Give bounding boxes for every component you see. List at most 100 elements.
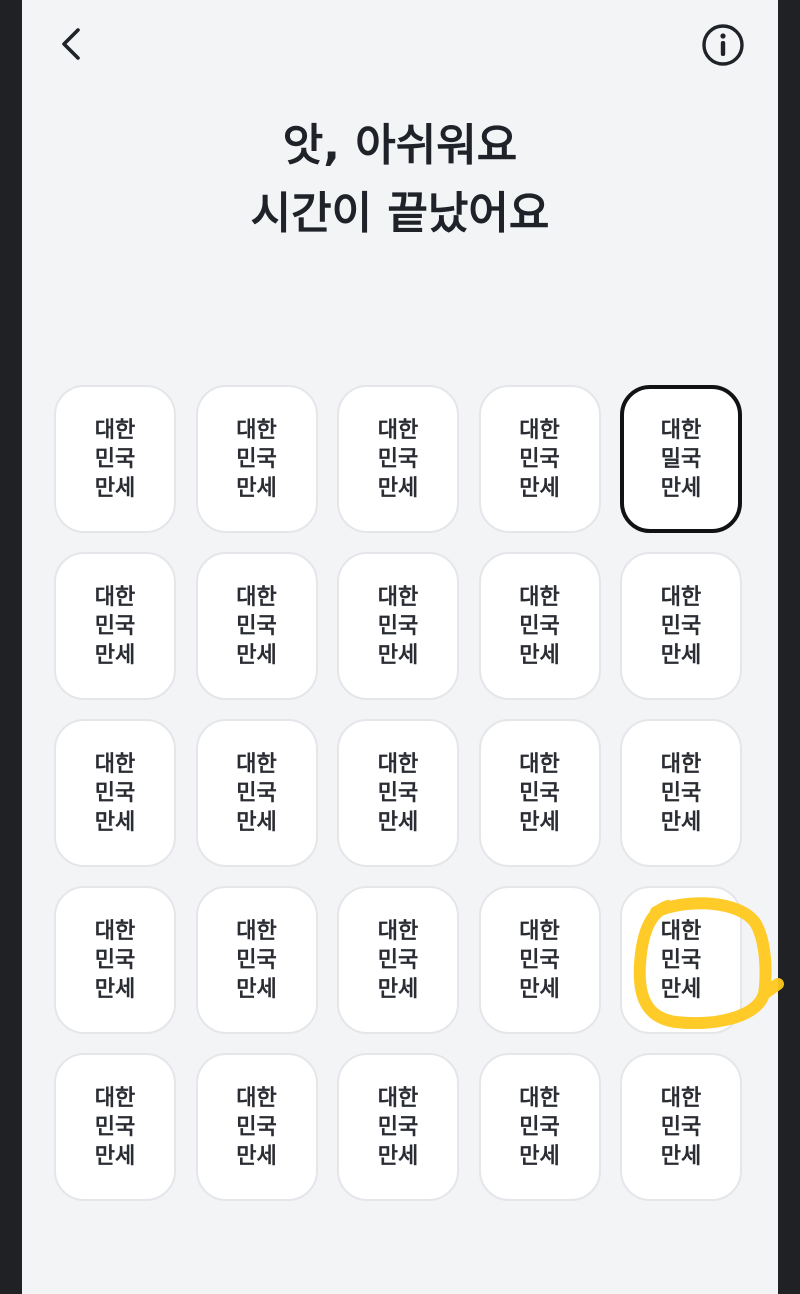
tile-text-line: 대한	[377, 584, 419, 610]
tile-text-line: 만세	[94, 976, 136, 1002]
word-tile[interactable]: 대한민국만세	[54, 886, 176, 1034]
tile-text-line: 만세	[236, 475, 277, 501]
tile-text-line: 만세	[236, 1143, 277, 1169]
tile-text-line: 만세	[377, 475, 419, 501]
tile-text-line: 민국	[377, 446, 419, 472]
info-circle-icon	[702, 24, 744, 66]
tile-text-line: 민국	[660, 1114, 702, 1140]
word-tile[interactable]: 대한민국만세	[195, 886, 318, 1034]
word-tile[interactable]: 대한 밀국 만세	[620, 385, 742, 533]
word-tile[interactable]: 대한민국만세	[195, 719, 318, 867]
word-tile[interactable]: 대한민국만세	[195, 385, 318, 533]
tile-text-line: 민국	[377, 1114, 419, 1140]
tile-text-line: 대한	[236, 417, 277, 443]
tile-text-line: 대한	[94, 417, 136, 443]
tile-text-line: 대한	[519, 918, 560, 944]
tile-text-line: 민국	[519, 446, 560, 472]
tile-text-line: 대한	[377, 417, 419, 443]
tile-text-line: 민국	[660, 613, 702, 639]
tile-text-line: 만세	[660, 1143, 702, 1169]
chevron-left-icon	[62, 28, 80, 60]
tile-text-line: 민국	[236, 446, 277, 472]
tile-text-line: 만세	[377, 809, 419, 835]
tile-text-line: 대한	[519, 584, 560, 610]
word-tile[interactable]: 대한민국만세	[337, 886, 459, 1034]
tile-text-line: 대한	[660, 751, 702, 777]
tile-text-line: 민국	[94, 780, 136, 806]
tile-text-line: 민국	[377, 613, 419, 639]
tile-text-line: 대한	[377, 1085, 419, 1111]
title-line-2: 시간이 끝났어요	[250, 188, 550, 239]
tile-text-line: 대한	[236, 584, 277, 610]
tile-text-line: 대한	[377, 751, 419, 777]
tile-text-line: 민국	[236, 947, 277, 973]
tile-text-line: 대한	[236, 751, 277, 777]
word-tile[interactable]: 대한 민국 만세	[54, 719, 176, 867]
word-tile[interactable]: 대한 민국 만세	[195, 1053, 318, 1201]
word-tile[interactable]: 대한민국만세	[620, 886, 742, 1034]
tile-text-line: 민국	[94, 446, 136, 472]
tile-text-line: 민국	[519, 1114, 560, 1140]
word-tile[interactable]: 대한민국만세	[54, 385, 176, 533]
back-button[interactable]	[52, 22, 92, 66]
tile-text-line: 대한	[660, 417, 702, 443]
tile-text-line: 민국	[236, 613, 277, 639]
tile-text-line: 만세	[519, 809, 560, 835]
tile-text-line: 만세	[236, 642, 277, 668]
word-tile[interactable]: 대한민국만세	[478, 385, 601, 533]
word-tile[interactable]: 대한 민국 만세	[54, 1053, 176, 1201]
word-tile[interactable]: 대한 민국 만세	[54, 552, 176, 700]
tile-text-line: 만세	[519, 1143, 560, 1169]
tile-text-line: 만세	[519, 475, 560, 501]
tile-text-line: 민국	[94, 947, 136, 973]
tile-text-line: 대한	[660, 584, 702, 610]
tile-text-line: 만세	[377, 1143, 419, 1169]
info-button[interactable]	[700, 22, 746, 68]
word-tile[interactable]: 대한 민국 만세	[478, 1053, 601, 1201]
tile-text-line: 민국	[236, 1114, 277, 1140]
tile-text-line: 만세	[519, 976, 560, 1002]
result-title: 앗, 아쉬워요 시간이 끝났어요	[22, 112, 778, 248]
tile-text-line: 대한	[660, 1085, 702, 1111]
tile-text-line: 민국	[377, 780, 419, 806]
tile-text-line: 만세	[236, 976, 277, 1002]
tile-text-line: 만세	[94, 809, 136, 835]
tile-text-line: 만세	[94, 475, 136, 501]
word-tile[interactable]: 대한민국만세	[478, 719, 601, 867]
word-tile[interactable]: 대한민국만세	[195, 552, 318, 700]
tile-text-line: 대한	[519, 751, 560, 777]
tile-text-line: 민국	[660, 780, 702, 806]
word-tile[interactable]: 대한 민국 만세	[478, 552, 601, 700]
tile-text-line: 민국	[660, 947, 702, 973]
tile-text-line: 만세	[660, 809, 702, 835]
tile-text-line: 만세	[94, 1143, 136, 1169]
tile-text-line: 대한	[236, 918, 277, 944]
tile-text-line: 만세	[236, 809, 277, 835]
word-tile[interactable]: 대한민국만세	[337, 1053, 459, 1201]
word-tile[interactable]: 대한민국만세	[620, 719, 742, 867]
word-tile[interactable]: 대한 민국 만세	[478, 886, 601, 1034]
word-tile[interactable]: 대한민국만세	[337, 552, 459, 700]
tile-text-line: 대한	[519, 417, 560, 443]
tile-text-line: 대한	[377, 918, 419, 944]
tile-text-line: 민국	[236, 780, 277, 806]
game-screen: 앗, 아쉬워요 시간이 끝났어요 대한 민국 만세 대한 민국 만세 대한 민국 만세 대한 민국 만…	[22, 0, 784, 1294]
tile-text-line: 민국	[94, 1114, 136, 1140]
word-tile[interactable]: 대한민국만세	[337, 385, 459, 533]
tile-text-line: 민국	[377, 947, 419, 973]
tile-text-line: 만세	[660, 642, 702, 668]
word-tile[interactable]: 대한민국만세	[620, 1053, 742, 1201]
tile-text-line: 만세	[660, 976, 702, 1002]
tile-text-line: 만세	[94, 642, 136, 668]
tile-text-line: 만세	[519, 642, 560, 668]
title-line-1: 앗, 아쉬워요	[282, 120, 518, 171]
tile-text-line: 민국	[519, 780, 560, 806]
tile-text-line: 대한	[660, 918, 702, 944]
word-tile[interactable]: 대한민국만세	[337, 719, 459, 867]
tile-text-line: 밀국	[660, 446, 702, 472]
tile-text-line: 만세	[377, 642, 419, 668]
tile-text-line: 만세	[377, 976, 419, 1002]
tile-text-line: 대한	[94, 918, 136, 944]
word-grid: 대한 민국 만세 대한 민국 만세 대한 민국 만세 대한 민국 만세 대한 밀국 만세 대한 민국 만세 대한 민국…	[54, 385, 746, 1205]
word-tile[interactable]: 대한민국만세	[620, 552, 742, 700]
